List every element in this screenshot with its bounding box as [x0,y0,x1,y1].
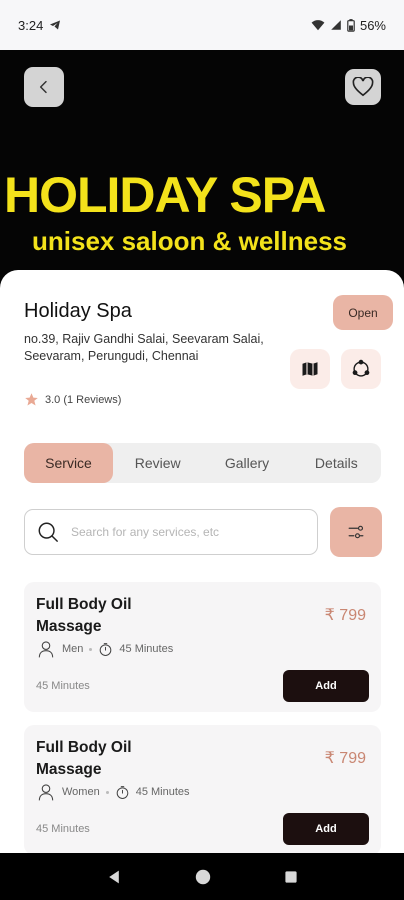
wifi-icon [311,20,325,31]
add-button[interactable]: Add [283,813,369,845]
status-bar: 3:24 56% [0,0,404,50]
service-duration: 45 Minutes [36,680,90,692]
rating-text: 3.0 (1 Reviews) [45,393,122,406]
hero-title: HOLIDAY SPA [4,167,326,223]
signal-icon [331,20,341,30]
add-button[interactable]: Add [283,670,369,702]
battery-icon [347,18,355,32]
service-meta: Men 45 Minutes [36,639,173,659]
tab-bar: Service Review Gallery Details [24,443,381,483]
back-button[interactable] [24,67,64,107]
service-meta: Women 45 Minutes [36,782,190,802]
service-card: Full Body Oil Massage ₹ 799 Women 45 Min… [24,725,381,855]
tab-details[interactable]: Details [292,443,381,483]
share-button[interactable] [341,349,381,389]
share-icon [352,359,370,377]
hero-subtitle: unisex saloon & wellness [32,226,347,256]
person-icon [38,784,54,801]
battery-level: 56% [359,17,386,33]
map-button[interactable] [290,349,330,389]
chevron-left-icon [39,80,47,94]
service-gender: Men [62,643,84,655]
favorite-button[interactable] [345,69,381,105]
service-name: Full Body Oil Massage [36,739,132,778]
home-nav-icon[interactable] [194,868,212,886]
meta-separator [89,647,93,651]
search-box [24,509,318,555]
system-nav-bar [0,853,404,900]
service-duration: 45 Minutes [36,823,90,835]
map-icon [302,362,318,376]
timer-icon [116,785,129,799]
status-time: 3:24 [18,17,44,33]
service-gender: Women [62,786,100,798]
telegram-icon [50,20,61,30]
recents-nav-icon[interactable] [284,870,298,884]
hero-banner: HOLIDAY SPA unisex saloon & wellness [0,50,404,290]
search-icon [38,522,58,542]
service-duration-meta: 45 Minutes [135,786,190,798]
service-price: ₹ 799 [324,607,366,624]
open-status-badge: Open [333,295,393,330]
service-price: ₹ 799 [324,750,366,767]
service-name: Full Body Oil Massage [36,596,132,635]
tab-review[interactable]: Review [113,443,202,483]
filter-icon [348,525,364,539]
person-icon [38,641,54,658]
meta-separator [105,790,109,794]
timer-icon [100,642,112,656]
heart-icon [352,77,374,97]
shop-name: Holiday Spa [24,300,132,322]
tab-gallery[interactable]: Gallery [202,443,291,483]
tab-service[interactable]: Service [24,443,113,483]
search-input[interactable] [71,525,291,539]
shop-address: no.39, Rajiv Gandhi Salai, Seevaram Sala… [24,332,264,363]
back-nav-icon[interactable] [106,869,122,885]
service-card: Full Body Oil Massage ₹ 799 Men 45 Minut… [24,582,381,712]
rating: 3.0 (1 Reviews) [24,392,121,407]
filter-button[interactable] [330,507,382,557]
star-icon [25,393,38,406]
service-duration-meta: 45 Minutes [119,643,174,655]
